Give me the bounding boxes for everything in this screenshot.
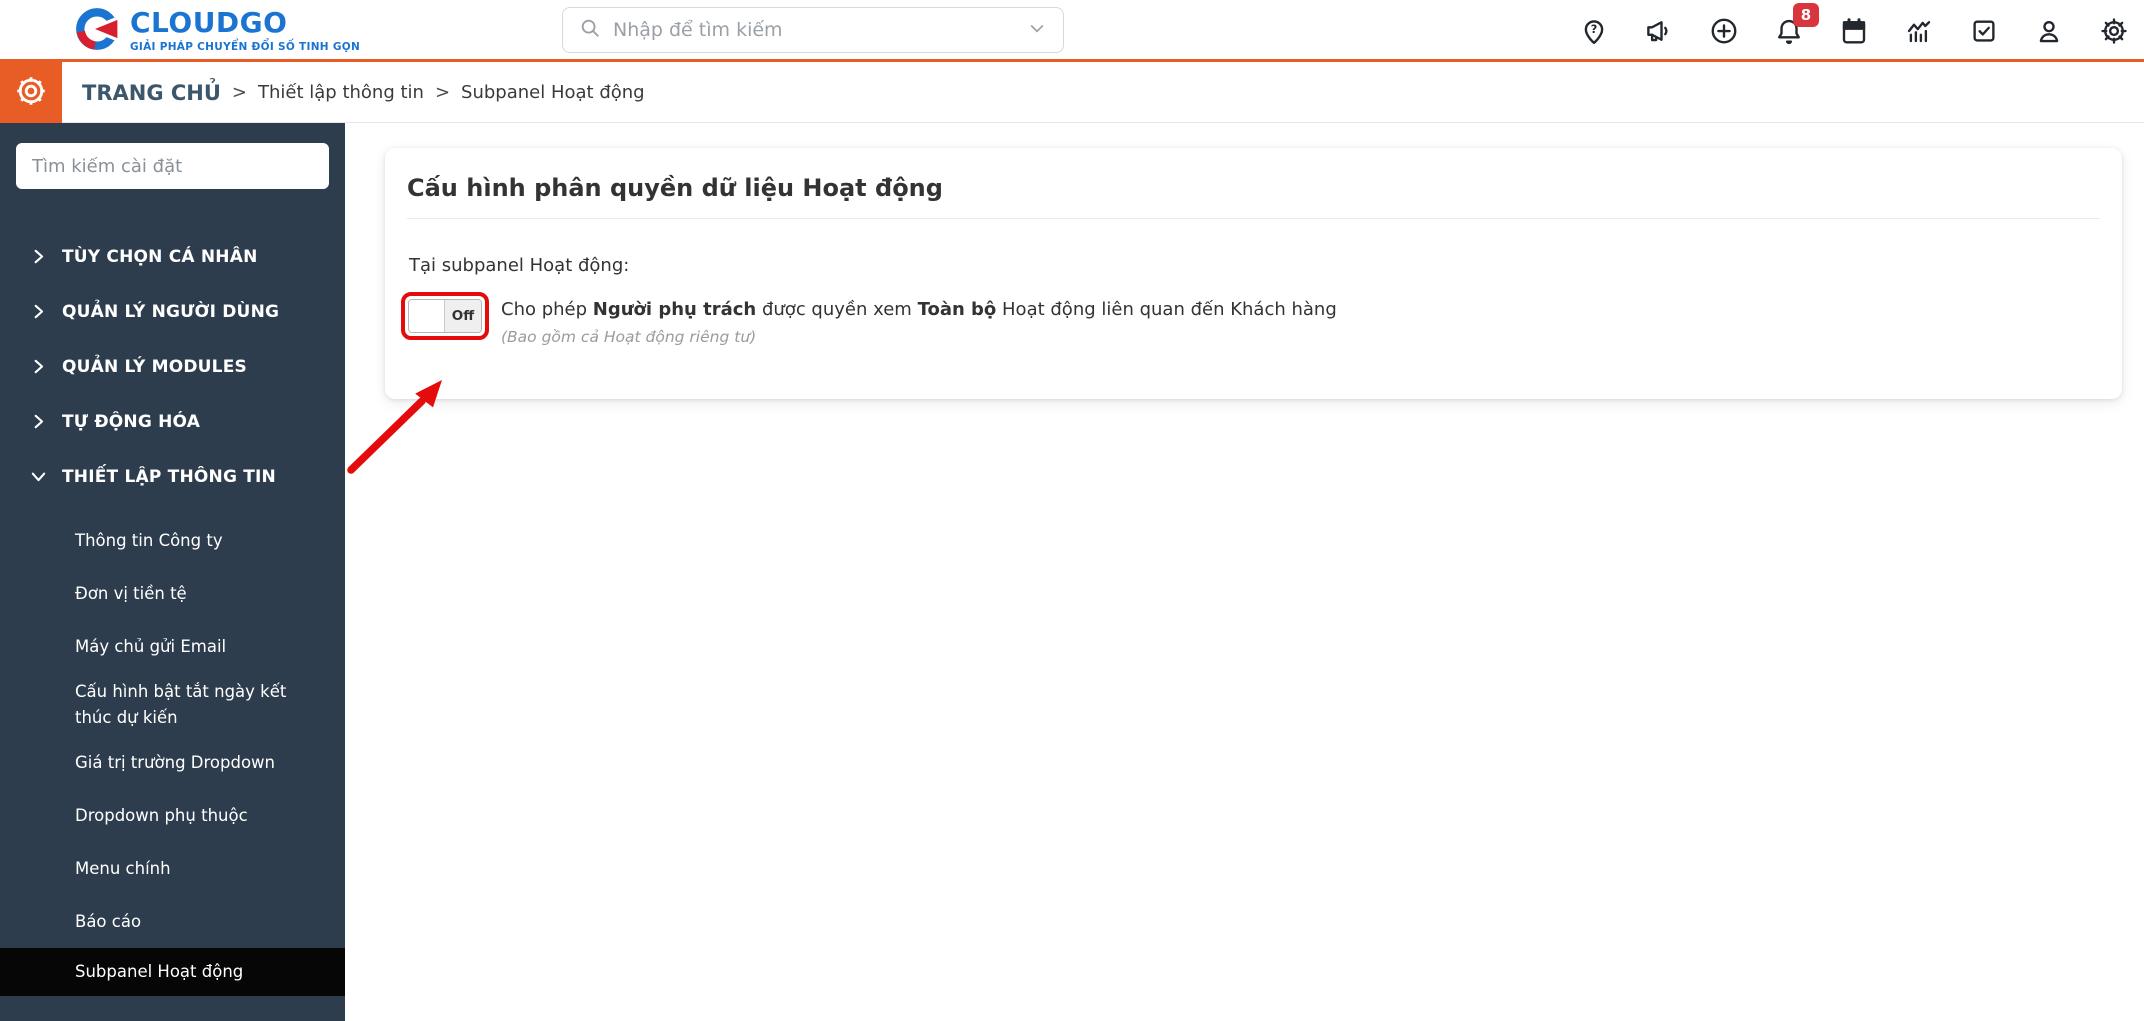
sidebar-section-label: TÙY CHỌN CÁ NHÂN: [62, 246, 258, 267]
top-bar: CLOUDGO GIẢI PHÁP CHUYỂN ĐỔI SỐ TINH GỌN…: [0, 0, 2144, 62]
global-search-input[interactable]: [613, 19, 1015, 41]
intro-text: Tại subpanel Hoạt động:: [409, 255, 630, 276]
annotation-highlight-box: Off: [401, 292, 489, 340]
sidebar-section-label: QUẢN LÝ MODULES: [62, 356, 247, 377]
breadcrumb-home[interactable]: TRANG CHỦ: [82, 81, 221, 105]
calendar-icon[interactable]: [1838, 15, 1870, 47]
breadcrumb-item-subpanel[interactable]: Subpanel Hoạt động: [461, 82, 645, 103]
svg-text:?: ?: [1591, 23, 1598, 36]
sidebar-item-dropdown-phụ-thuộc[interactable]: Dropdown phụ thuộc: [0, 789, 345, 842]
sidebar-section-label: QUẢN LÝ NGƯỜI DÙNG: [62, 301, 280, 322]
permission-note: (Bao gồm cả Hoạt động riêng tư): [501, 328, 757, 346]
chevron-right-icon: [30, 303, 47, 320]
topbar-icon-group: ? 8: [1578, 0, 2144, 62]
logo-name: CLOUDGO: [130, 6, 288, 40]
chevron-down-icon[interactable]: [1027, 18, 1047, 42]
admin-gear-tile[interactable]: [0, 62, 62, 123]
chevron-down-icon: [30, 468, 47, 485]
notification-badge: 8: [1793, 3, 1819, 27]
page-title: Cấu hình phân quyền dữ liệu Hoạt động: [407, 174, 943, 202]
chevron-right-icon: [30, 413, 47, 430]
sidebar-section-thiết-lập-thông-tin[interactable]: THIẾT LẬP THÔNG TIN: [0, 449, 345, 504]
chevron-right-icon: [30, 358, 47, 375]
settings-icon[interactable]: [2098, 15, 2130, 47]
global-search[interactable]: [562, 7, 1064, 53]
sidebar-search-input[interactable]: [16, 143, 329, 189]
sidebar-section-tự-động-hóa[interactable]: TỰ ĐỘNG HÓA: [0, 394, 345, 449]
app-window: CLOUDGO GIẢI PHÁP CHUYỂN ĐỔI SỐ TINH GỌN…: [0, 0, 2144, 1021]
search-icon: [579, 17, 601, 43]
sidebar-item-báo-cáo[interactable]: Báo cáo: [0, 895, 345, 948]
sidebar-menu: TÙY CHỌN CÁ NHÂN QUẢN LÝ NGƯỜI DÙNG QUẢN L…: [0, 229, 345, 997]
sidebar-item-menu-chính[interactable]: Menu chính: [0, 842, 345, 895]
sidebar-item-đơn-vị-tiền-tệ[interactable]: Đơn vị tiền tệ: [0, 567, 345, 620]
logo-tagline: GIẢI PHÁP CHUYỂN ĐỔI SỐ TINH GỌN: [130, 41, 361, 54]
sidebar-item-cấu-hình-bật-tắt-ngày-kết-thúc-dự-kiến[interactable]: Cấu hình bật tắt ngày kết thúc dự kiến: [0, 673, 345, 736]
toggle-knob: [409, 300, 446, 332]
sidebar-section-label: TỰ ĐỘNG HÓA: [62, 411, 201, 432]
sidebar-sublist: Thông tin Công ty Đơn vị tiền tệ Máy chủ g…: [0, 514, 345, 997]
gear-icon: [13, 73, 49, 113]
bell-icon[interactable]: 8: [1773, 3, 1819, 47]
cloudgo-logo-icon: [74, 6, 121, 56]
plus-circle-icon[interactable]: [1708, 15, 1740, 47]
user-icon[interactable]: [2033, 15, 2065, 47]
permission-config-card: Cấu hình phân quyền dữ liệu Hoạt động Tạ…: [385, 148, 2122, 399]
location-question-icon[interactable]: ?: [1578, 15, 1610, 47]
permission-toggle-row: Off Cho phép Người phụ trách được quyền …: [401, 292, 2122, 346]
settings-sidebar: TÙY CHỌN CÁ NHÂN QUẢN LÝ NGƯỜI DÙNG QUẢN L…: [0, 123, 345, 1021]
cloudgo-logo[interactable]: CLOUDGO GIẢI PHÁP CHUYỂN ĐỔI SỐ TINH GỌN: [74, 6, 360, 56]
permission-toggle[interactable]: Off: [408, 299, 482, 333]
sidebar-section-quản-lý-người-dùng[interactable]: QUẢN LÝ NGƯỜI DÙNG: [0, 284, 345, 339]
chart-icon[interactable]: [1903, 15, 1935, 47]
sidebar-item-subpanel-hoạt-động[interactable]: Subpanel Hoạt động: [0, 948, 345, 997]
main-content: Cấu hình phân quyền dữ liệu Hoạt động Tạ…: [345, 123, 2144, 1021]
chevron-right-icon: [30, 248, 47, 265]
sidebar-item-máy-chủ-gửi-email[interactable]: Máy chủ gửi Email: [0, 620, 345, 673]
tasks-check-icon[interactable]: [1968, 15, 2000, 47]
sidebar-section-tùy-chọn-cá-nhân[interactable]: TÙY CHỌN CÁ NHÂN: [0, 229, 345, 284]
sidebar-item-thông-tin-công-ty[interactable]: Thông tin Công ty: [0, 514, 345, 567]
sidebar-section-label: THIẾT LẬP THÔNG TIN: [62, 466, 276, 487]
permission-description: Cho phép Người phụ trách được quyền xem …: [501, 299, 1337, 320]
breadcrumb-bar: TRANG CHỦ > Thiết lập thông tin > Subpan…: [0, 62, 2144, 123]
breadcrumb-item-settings[interactable]: Thiết lập thông tin: [258, 82, 424, 103]
breadcrumb-separator: >: [231, 82, 248, 103]
sidebar-item-giá-trị-trường-dropdown[interactable]: Giá trị trường Dropdown: [0, 736, 345, 789]
breadcrumb-separator: >: [434, 82, 451, 103]
sidebar-section-quản-lý-modules[interactable]: QUẢN LÝ MODULES: [0, 339, 345, 394]
toggle-state-label: Off: [445, 300, 481, 332]
breadcrumb: TRANG CHỦ > Thiết lập thông tin > Subpan…: [82, 62, 645, 123]
divider: [407, 218, 2100, 219]
megaphone-icon[interactable]: [1643, 15, 1675, 47]
